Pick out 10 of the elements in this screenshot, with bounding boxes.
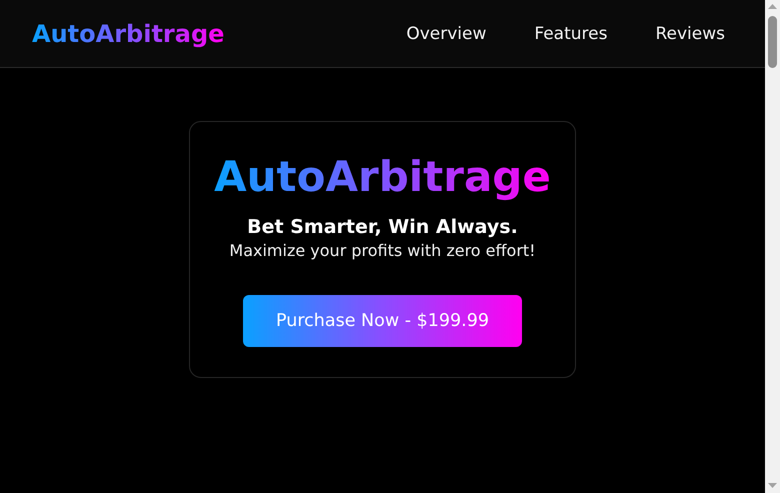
purchase-button[interactable]: Purchase Now - $199.99 xyxy=(243,295,522,347)
scroll-up-icon[interactable] xyxy=(768,4,777,10)
scrollbar-thumb[interactable] xyxy=(768,16,777,68)
nav-link[interactable]: Features xyxy=(534,24,608,44)
subtitle: Maximize your profits with zero effort! xyxy=(229,240,536,262)
nav-link[interactable]: Overview xyxy=(406,24,486,44)
scroll-down-icon[interactable] xyxy=(768,483,777,489)
scrollbar[interactable] xyxy=(765,0,780,493)
tagline: Bet Smarter, Win Always. xyxy=(247,215,518,239)
nav-link[interactable]: Reviews xyxy=(655,24,725,44)
